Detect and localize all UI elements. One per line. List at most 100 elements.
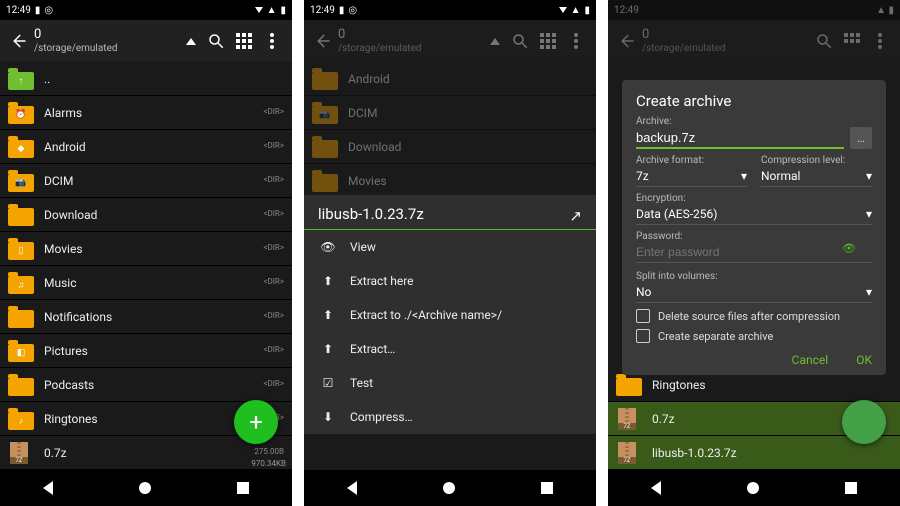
- open-external-icon[interactable]: ↗: [569, 207, 582, 225]
- create-archive-dialog: Create archive Archive: … Archive format…: [622, 80, 886, 375]
- file-row: 📷DCIM: [304, 96, 596, 130]
- sheet-title: libusb-1.0.23.7z ↗: [304, 195, 596, 230]
- browse-button[interactable]: …: [850, 127, 872, 149]
- separate-archive-checkbox[interactable]: Create separate archive: [636, 329, 872, 343]
- password-input[interactable]: [636, 242, 872, 263]
- file-row[interactable]: ♫ Music<DIR>: [0, 266, 292, 300]
- nav-back-button[interactable]: [651, 481, 661, 495]
- ok-button[interactable]: OK: [856, 353, 872, 367]
- format-select[interactable]: 7z▾: [636, 166, 747, 187]
- path-dropdown-icon: [490, 38, 500, 45]
- file-row[interactable]: Download<DIR>: [0, 198, 292, 232]
- file-row[interactable]: ↑..: [0, 62, 292, 96]
- sheet-action[interactable]: 👁View: [304, 230, 596, 264]
- overflow-menu-button[interactable]: [258, 27, 286, 55]
- status-time: 12:49: [310, 5, 335, 16]
- file-row[interactable]: ⏰Alarms<DIR>: [0, 96, 292, 130]
- file-row[interactable]: Notifications<DIR>: [0, 300, 292, 334]
- archive-name-input[interactable]: [636, 128, 844, 149]
- cancel-button[interactable]: Cancel: [792, 353, 829, 367]
- sheet-action[interactable]: ☑Test: [304, 366, 596, 400]
- nav-home-button[interactable]: [443, 482, 455, 494]
- status-bar: 12:49 ▮ ◎ ▲ ▮: [0, 0, 292, 20]
- app-bar: 0 /storage/emulated: [0, 20, 292, 62]
- path-display[interactable]: 0 /storage/emulated: [34, 27, 182, 55]
- sheet-action[interactable]: ⬆Extract here: [304, 264, 596, 298]
- nav-recent-button[interactable]: [541, 482, 553, 494]
- folder-icon: [8, 204, 34, 226]
- action-label: Test: [350, 376, 373, 390]
- overflow-menu-button: [562, 27, 590, 55]
- file-row[interactable]: ◧Pictures<DIR>: [0, 334, 292, 368]
- file-meta: <DIR>: [263, 108, 284, 117]
- encryption-select[interactable]: Data (AES-256)▾: [636, 204, 872, 225]
- folder-icon: 📷: [8, 170, 34, 192]
- action-icon: ⬇: [320, 410, 336, 424]
- delete-source-checkbox[interactable]: Delete source files after compression: [636, 309, 872, 323]
- icon-notification: ▮: [35, 5, 41, 16]
- folder-icon: ◧: [8, 340, 34, 362]
- wifi-icon: ▲: [267, 5, 277, 16]
- file-meta: <DIR>: [263, 244, 284, 253]
- nav-home-button[interactable]: [139, 482, 151, 494]
- nav-home-button[interactable]: [747, 482, 759, 494]
- archive-icon: [616, 408, 642, 430]
- action-icon: 👁: [320, 240, 336, 254]
- search-button: [506, 27, 534, 55]
- file-row[interactable]: Podcasts<DIR>: [0, 368, 292, 402]
- archive-icon: [8, 442, 34, 464]
- path-subtitle: /storage/emulated: [34, 43, 182, 55]
- file-meta: <DIR>: [263, 176, 284, 185]
- file-row: Download: [304, 130, 596, 164]
- dropdown-icon: ▾: [866, 207, 872, 221]
- nav-back-button[interactable]: [347, 481, 357, 495]
- file-name: Download: [348, 140, 588, 154]
- file-name: Ringtones: [652, 378, 892, 392]
- nav-back-button[interactable]: [43, 481, 53, 495]
- file-meta: <DIR>: [263, 346, 284, 355]
- file-name: Download: [44, 208, 263, 222]
- split-select[interactable]: No▾: [636, 282, 872, 303]
- status-bar: 12:49 ▮ ◎ ▲ ▮: [304, 0, 596, 20]
- view-grid-button[interactable]: [230, 27, 258, 55]
- folder-up-icon: ↑: [8, 68, 34, 90]
- icon-notification: ◎: [348, 5, 357, 16]
- app-bar: 0 /storage/emulated: [608, 20, 900, 62]
- folder-icon: [312, 68, 338, 90]
- level-label: Compression level:: [761, 155, 872, 166]
- nav-recent-button[interactable]: [237, 482, 249, 494]
- folder-icon: ♫: [8, 272, 34, 294]
- nav-recent-button[interactable]: [845, 482, 857, 494]
- signal-icon: [559, 7, 567, 13]
- file-name: Alarms: [44, 106, 263, 120]
- view-grid-button: [534, 27, 562, 55]
- action-icon: ⬆: [320, 342, 336, 356]
- file-meta: <DIR>: [263, 210, 284, 219]
- folder-icon: [8, 374, 34, 396]
- nav-bar: [304, 470, 596, 506]
- battery-icon: ▮: [280, 5, 286, 16]
- fab-archive-button[interactable]: [842, 400, 886, 444]
- folder-icon: ▯: [8, 238, 34, 260]
- action-icon: ⬆: [320, 308, 336, 322]
- file-row[interactable]: 📷DCIM<DIR>: [0, 164, 292, 198]
- sheet-action[interactable]: ⬆Extract to ./<Archive name>/: [304, 298, 596, 332]
- back-button[interactable]: [6, 29, 30, 53]
- file-name: Notifications: [44, 310, 263, 324]
- file-row[interactable]: ◆Android<DIR>: [0, 130, 292, 164]
- file-name: Ringtones: [44, 412, 263, 426]
- show-password-icon[interactable]: 👁: [842, 242, 856, 255]
- file-meta: <DIR>: [263, 278, 284, 287]
- fab-add-button[interactable]: +: [234, 400, 278, 444]
- file-row[interactable]: ▯Movies<DIR>: [0, 232, 292, 266]
- search-button[interactable]: [202, 27, 230, 55]
- sheet-action[interactable]: ⬆Extract…: [304, 332, 596, 366]
- sheet-action[interactable]: ⬇Compress…: [304, 400, 596, 434]
- file-meta: 275.00B: [254, 448, 284, 457]
- status-bar: 12:49 ▲ ▮: [608, 0, 900, 20]
- path-dropdown-icon[interactable]: [186, 38, 196, 45]
- level-select[interactable]: Normal▾: [761, 166, 872, 187]
- file-name: Music: [44, 276, 263, 290]
- path-title: 0: [34, 27, 182, 43]
- storage-info: 970.34KB: [251, 459, 286, 468]
